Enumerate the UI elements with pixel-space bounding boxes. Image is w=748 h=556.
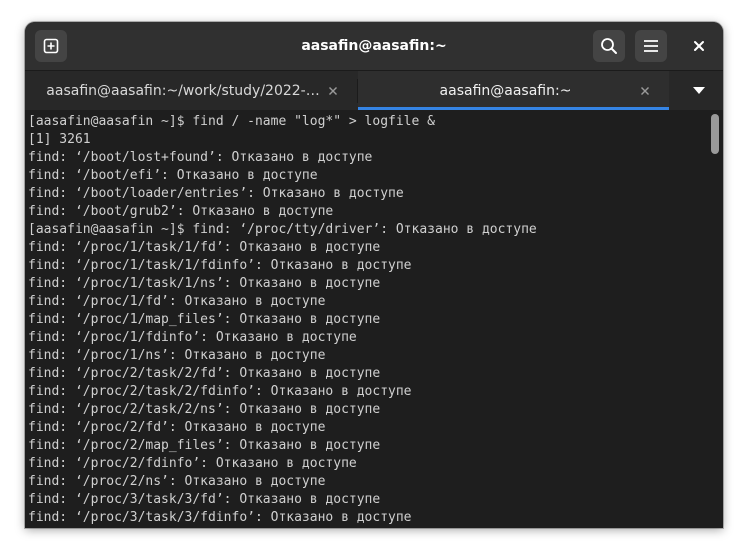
terminal-line: find: ‘/proc/2/map_files’: Отказано в до… <box>28 438 381 453</box>
tab-overflow-button[interactable] <box>683 75 715 107</box>
tab-label: aasafin@aasafin:~ <box>439 82 572 99</box>
tab-bar: aasafin@aasafin:~/work/study/2022-… aasa… <box>25 70 723 110</box>
terminal-line: find: ‘/boot/grub2’: Отказано в доступе <box>28 204 334 219</box>
terminal-line: find: ‘/proc/1/task/1/fd’: Отказано в до… <box>28 240 381 255</box>
terminal-line: find: ‘/proc/1/task/1/ns’: Отказано в до… <box>28 276 381 291</box>
terminal-line: find: ‘/boot/lost+found’: Отказано в дос… <box>28 150 373 165</box>
terminal-line: find: ‘/boot/efi’: Отказано в доступе <box>28 168 318 183</box>
search-button[interactable] <box>593 30 625 62</box>
terminal-window: aasafin@aasafin:~ aasafin@aasafin:~/work… <box>25 22 723 528</box>
tab-close-button[interactable] <box>325 83 341 99</box>
search-icon <box>601 38 617 54</box>
terminal-line: find: ‘/proc/2/ns’: Отказано в доступе <box>28 474 326 489</box>
terminal-line: find: ‘/proc/2/task/2/ns’: Отказано в до… <box>28 402 381 417</box>
close-icon <box>641 86 649 95</box>
scrollbar-thumb[interactable] <box>711 114 719 154</box>
scrollbar[interactable] <box>707 110 723 528</box>
close-window-button[interactable] <box>683 30 715 62</box>
tab-home[interactable]: aasafin@aasafin:~ <box>358 71 669 110</box>
terminal-line: [aasafin@aasafin ~]$ find: ‘/proc/tty/dr… <box>28 222 537 237</box>
main-menu-button[interactable] <box>635 30 667 62</box>
header-bar: aasafin@aasafin:~ <box>25 22 723 70</box>
terminal-line: find: ‘/proc/1/task/1/fdinfo’: Отказано … <box>28 258 412 273</box>
terminal-line: [1] 3261 <box>28 132 91 147</box>
terminal-line: find: ‘/proc/1/ns’: Отказано в доступе <box>28 348 326 363</box>
terminal-line: [aasafin@aasafin ~]$ find / -name "log*"… <box>28 114 435 129</box>
terminal-line: find: ‘/proc/1/map_files’: Отказано в до… <box>28 312 381 327</box>
terminal-line: find: ‘/proc/1/fd’: Отказано в доступе <box>28 294 326 309</box>
terminal-output: [aasafin@aasafin ~]$ find / -name "log*"… <box>28 113 537 527</box>
tab-work-study[interactable]: aasafin@aasafin:~/work/study/2022-… <box>25 71 357 110</box>
new-tab-button[interactable] <box>35 30 67 62</box>
terminal-line: find: ‘/proc/3/task/3/fdinfo’: Отказано … <box>28 510 412 525</box>
close-icon <box>329 86 337 95</box>
tab-label: aasafin@aasafin:~/work/study/2022-… <box>46 82 320 99</box>
new-tab-icon <box>43 38 59 54</box>
terminal-line: find: ‘/proc/2/task/2/fd’: Отказано в до… <box>28 366 381 381</box>
terminal-line: find: ‘/proc/2/fd’: Отказано в доступе <box>28 420 326 435</box>
terminal-line: find: ‘/proc/3/task/3/fd’: Отказано в до… <box>28 492 381 507</box>
hamburger-menu-icon <box>644 40 658 52</box>
close-icon <box>694 41 704 51</box>
terminal-line: find: ‘/proc/2/task/2/fdinfo’: Отказано … <box>28 384 412 399</box>
dropdown-triangle-icon <box>693 87 705 94</box>
terminal-line: find: ‘/proc/1/fdinfo’: Отказано в досту… <box>28 330 357 345</box>
tab-close-button[interactable] <box>637 83 653 99</box>
terminal-line: find: ‘/proc/2/fdinfo’: Отказано в досту… <box>28 456 357 471</box>
terminal-view[interactable]: [aasafin@aasafin ~]$ find / -name "log*"… <box>25 110 723 528</box>
terminal-line: find: ‘/boot/loader/entries’: Отказано в… <box>28 186 404 201</box>
